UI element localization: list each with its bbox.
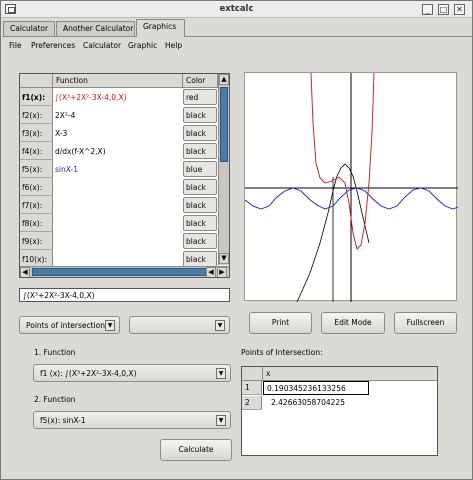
graph-svg — [244, 72, 459, 303]
menu-file[interactable]: File — [9, 41, 22, 50]
intersections-title: Points of Intersection: — [241, 348, 323, 357]
fullscreen-button[interactable]: Fullscreen — [394, 312, 457, 334]
menu-calculator[interactable]: Calculator — [83, 41, 121, 50]
window-title: extcalc — [219, 4, 254, 14]
secondary-select[interactable]: ▼ — [129, 316, 230, 334]
scroll-down-icon[interactable]: ▼ — [219, 253, 229, 264]
function-formula-cell[interactable] — [53, 196, 182, 214]
function-formula-cell[interactable] — [53, 178, 182, 196]
function-row-label[interactable]: f6(x): — [20, 178, 53, 196]
function-formula-cell[interactable]: 2X²-4 — [53, 106, 182, 124]
horizontal-scroll-thumb[interactable] — [32, 268, 207, 276]
function-color-button[interactable]: black — [183, 125, 217, 141]
tab-graphics[interactable]: Graphics — [136, 19, 185, 37]
function-formula-cell[interactable] — [53, 214, 182, 232]
menu-preferences[interactable]: Preferences — [31, 41, 75, 50]
intersections-table: x 1 0.190345236133256 2 2.42663058704225 — [241, 366, 438, 456]
column-header-function[interactable]: Function — [53, 74, 183, 88]
function-color-button[interactable]: black — [183, 179, 217, 195]
function2-label: 2. Function — [34, 395, 76, 404]
scroll-right-icon[interactable]: ▶ — [217, 267, 227, 277]
function-color-button[interactable]: red — [183, 89, 217, 105]
maximize-button[interactable]: □ — [438, 4, 449, 15]
close-button[interactable]: ✕ — [454, 4, 465, 15]
function-color-button[interactable]: black — [183, 143, 217, 159]
function-row-label[interactable]: f5(x): — [20, 160, 53, 178]
minimize-button[interactable]: _ — [422, 4, 433, 15]
dropdown-arrow-icon: ▼ — [216, 368, 226, 379]
dropdown-arrow-icon: ▼ — [105, 320, 115, 331]
function1-label: 1. Function — [34, 348, 76, 357]
graph-canvas[interactable] — [244, 72, 459, 303]
function-color-button[interactable]: blue — [183, 161, 217, 177]
function-color-button[interactable]: black — [183, 107, 217, 123]
horizontal-scrollbar[interactable]: ◀ ◀ ▶ — [20, 266, 229, 277]
function-color-button[interactable]: black — [183, 215, 217, 231]
dropdown-arrow-icon: ▼ — [215, 320, 225, 331]
menu-help[interactable]: Help — [165, 41, 182, 50]
function-row-label[interactable]: f1(x): — [20, 88, 53, 106]
vertical-scrollbar[interactable]: ▲ ▼ — [218, 74, 229, 265]
menu-graphic[interactable]: Graphic — [128, 41, 157, 50]
function1-value: f1 (x): ∫(X³+2X²-3X-4,0,X) — [40, 369, 137, 378]
function-formula-cell[interactable] — [53, 232, 182, 250]
column-header-color[interactable]: Color — [183, 74, 218, 88]
function-formula-cell[interactable]: sinX-1 — [53, 160, 182, 178]
intersection-row-index[interactable]: 2 — [242, 396, 262, 410]
tab-calculator[interactable]: Calculator — [3, 21, 55, 36]
intersections-corner — [242, 367, 263, 381]
scroll-left-end-icon[interactable]: ◀ — [206, 267, 216, 277]
function-row-label[interactable]: f4(x): — [20, 142, 53, 160]
analysis-mode-select[interactable]: Points of intersection ▼ — [19, 316, 120, 334]
function-color-button[interactable]: black — [183, 197, 217, 213]
title-bar: extcalc _ □ ✕ — [1, 1, 472, 18]
function-row-label[interactable]: f3(x): — [20, 124, 53, 142]
scroll-up-icon[interactable]: ▲ — [219, 74, 229, 85]
calculate-button[interactable]: Calculate — [160, 439, 232, 461]
function-row-label[interactable]: f9(x): — [20, 232, 53, 250]
function-table: Function Color f1(x): ∫(X³+2X²-3X-4,0,X) r… — [19, 73, 230, 278]
function-formula-cell[interactable]: X-3 — [53, 124, 182, 142]
function2-select[interactable]: f5(x): sinX-1 ▼ — [33, 411, 231, 429]
analysis-mode-value: Points of intersection — [26, 321, 106, 330]
vertical-scroll-thumb[interactable] — [220, 87, 228, 162]
dropdown-arrow-icon: ▼ — [216, 415, 226, 426]
function-formula-cell[interactable]: d/dx(f-X^2,X) — [53, 142, 182, 160]
function-color-button[interactable]: black — [183, 251, 217, 267]
tab-divider — [2, 36, 472, 37]
function-row-label[interactable]: f8(x): — [20, 214, 53, 232]
function1-select[interactable]: f1 (x): ∫(X³+2X²-3X-4,0,X) ▼ — [33, 364, 231, 382]
function2-value: f5(x): sinX-1 — [40, 416, 86, 425]
function-row-label[interactable]: f7(x): — [20, 196, 53, 214]
tab-another-calculator[interactable]: Another Calculator — [56, 21, 135, 36]
function-formula-cell[interactable]: ∫(X³+2X²-3X-4,0,X) — [53, 88, 182, 106]
intersection-row-index[interactable]: 1 — [242, 381, 262, 395]
scroll-left-icon[interactable]: ◀ — [20, 267, 30, 277]
formula-input[interactable]: ∫(X³+2X²-3X-4,0,X) — [19, 288, 230, 302]
table-corner — [20, 74, 53, 88]
print-button[interactable]: Print — [249, 312, 312, 334]
app-window: extcalc _ □ ✕ Calculator Another Calcula… — [0, 0, 473, 480]
function-color-button[interactable]: black — [183, 233, 217, 249]
edit-mode-button[interactable]: Edit Mode — [321, 312, 385, 334]
intersection-x-cell[interactable]: 2.42663058704225 — [263, 396, 369, 410]
column-header-x[interactable]: x — [263, 367, 437, 381]
intersection-x-cell[interactable]: 0.190345236133256 — [263, 381, 369, 395]
function-row-label[interactable]: f2(x): — [20, 106, 53, 124]
